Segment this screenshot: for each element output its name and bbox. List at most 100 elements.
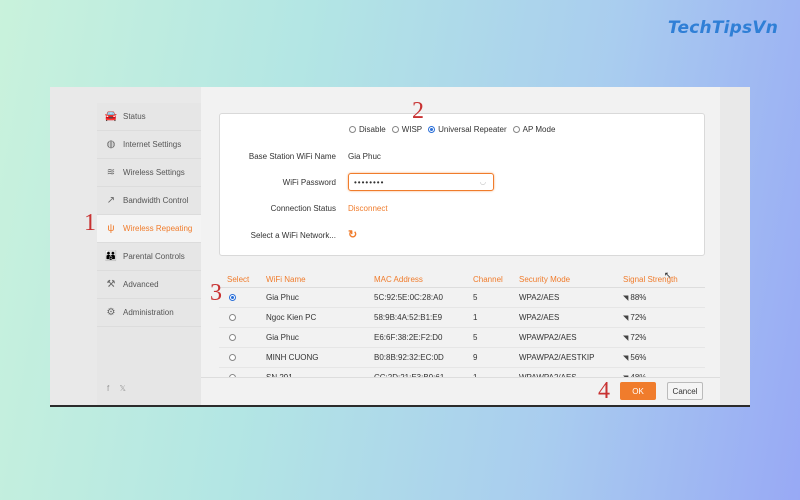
gear-icon: ⚙ xyxy=(106,307,116,318)
signal: ◥ 88% xyxy=(623,293,646,302)
table-row[interactable]: Gia Phuc 5C:92:5E:0C:28:A0 5 WPA2/AES ◥ 8… xyxy=(219,288,705,308)
table-row[interactable]: Gia Phuc E6:6F:38:2E:F2:D0 5 WPAWPA2/AES… xyxy=(219,328,705,348)
sidebar-item-label: Status xyxy=(123,112,146,121)
sidebar-item-label: Administration xyxy=(123,308,174,317)
main-panel: Disable WISP Universal Repeater AP Mode … xyxy=(201,87,720,405)
mode-ap[interactable]: AP Mode xyxy=(512,125,556,134)
table-row[interactable]: MINH CUONG B0:8B:92:32:EC:0D 9 WPAWPA2/A… xyxy=(219,348,705,368)
channel: 9 xyxy=(473,353,478,362)
header-select: Select xyxy=(227,275,250,284)
mac-address: B0:8B:92:32:EC:0D xyxy=(374,353,444,362)
radio-selected-icon xyxy=(428,126,436,133)
header-security: Security Mode xyxy=(519,275,571,284)
channel: 5 xyxy=(473,293,478,302)
step-number-3: 3 xyxy=(210,280,222,306)
radio-icon xyxy=(229,314,236,322)
radio-icon xyxy=(229,354,236,362)
sidebar-item-internet-settings[interactable]: ◍ Internet Settings xyxy=(97,131,201,159)
wifi-network-table: Select WiFi Name MAC Address Channel Sec… xyxy=(219,270,705,388)
radio-icon xyxy=(229,334,236,342)
step-number-2: 2 xyxy=(412,98,424,124)
ssid-value: Gia Phuc xyxy=(348,152,381,161)
mode-label: Disable xyxy=(359,125,386,134)
password-row: WiFi Password •••••••• ◡ xyxy=(220,173,706,191)
mac-address: 5C:92:5E:0C:28:A0 xyxy=(374,293,443,302)
sidebar-item-parental-controls[interactable]: 👪 Parental Controls xyxy=(97,243,201,271)
ssid-row: Base Station WiFi Name Gia Phuc xyxy=(220,149,706,165)
channel: 1 xyxy=(473,313,478,322)
signal-icon: ◥ xyxy=(623,335,629,342)
refresh-icon[interactable]: ↻ xyxy=(348,228,357,241)
sidebar-item-administration[interactable]: ⚙ Administration xyxy=(97,299,201,327)
sidebar-item-label: Internet Settings xyxy=(123,140,182,149)
connection-status: Disconnect xyxy=(348,204,388,213)
header-channel: Channel xyxy=(473,275,503,284)
security-mode: WPAWPA2/AES xyxy=(519,333,577,342)
chart-icon: ↗ xyxy=(106,195,116,206)
signal: ◥ 72% xyxy=(623,313,646,322)
mode-label: Universal Repeater xyxy=(438,125,507,134)
wifi-name: Gia Phuc xyxy=(266,293,299,302)
sidebar-item-advanced[interactable]: ⚒ Advanced xyxy=(97,271,201,299)
sidebar-item-status[interactable]: 🚘 Status xyxy=(97,103,201,131)
mode-label: AP Mode xyxy=(522,125,556,134)
social-links[interactable]: f 𝕏 xyxy=(107,384,130,393)
header-wifi-name: WiFi Name xyxy=(266,275,306,284)
sidebar-item-wireless-repeating[interactable]: ψ Wireless Repeating xyxy=(97,215,201,243)
mac-address: E6:6F:38:2E:F2:D0 xyxy=(374,333,443,342)
wifi-name: Gia Phuc xyxy=(266,333,299,342)
signal: ◥ 56% xyxy=(623,353,646,362)
select-network-label: Select a WiFi Network... xyxy=(250,231,336,240)
mode-wisp[interactable]: WISP xyxy=(391,125,423,134)
select-network-row: Select a WiFi Network... ↻ xyxy=(220,228,706,244)
tools-icon: ⚒ xyxy=(106,279,116,290)
mode-label: WISP xyxy=(401,125,423,134)
password-value: •••••••• xyxy=(354,178,385,187)
sidebar: 🚘 Status ◍ Internet Settings ≋ Wireless … xyxy=(97,103,201,405)
eye-icon[interactable]: ◡ xyxy=(480,178,487,186)
signal-value: 88% xyxy=(630,293,647,302)
mode-disable[interactable]: Disable xyxy=(349,125,386,134)
table-header: Select WiFi Name MAC Address Channel Sec… xyxy=(219,270,705,288)
channel: 5 xyxy=(473,333,478,342)
signal-icon: ◥ xyxy=(623,355,629,362)
mode-universal-repeater[interactable]: Universal Repeater xyxy=(428,125,507,134)
ssid-label: Base Station WiFi Name xyxy=(248,152,336,161)
row-radio[interactable] xyxy=(229,353,239,362)
step-number-1: 1 xyxy=(84,210,96,236)
sidebar-item-wireless-settings[interactable]: ≋ Wireless Settings xyxy=(97,159,201,187)
connection-row: Connection Status Disconnect xyxy=(220,201,706,217)
antenna-icon: ψ xyxy=(107,223,115,234)
cancel-button[interactable]: Cancel xyxy=(667,382,703,400)
radio-selected-icon xyxy=(229,294,236,302)
password-field[interactable]: •••••••• ◡ xyxy=(348,173,494,191)
ok-button[interactable]: OK xyxy=(620,382,656,400)
signal-value: 72% xyxy=(630,313,647,322)
password-label: WiFi Password xyxy=(282,178,336,187)
table-row[interactable]: Ngoc Kien PC 58:9B:4A:52:B1:E9 1 WPA2/AE… xyxy=(219,308,705,328)
signal-value: 72% xyxy=(630,333,647,342)
action-bar: OK Cancel xyxy=(201,377,720,405)
sidebar-item-label: Advanced xyxy=(123,280,159,289)
radio-icon xyxy=(512,126,520,133)
sidebar-item-bandwidth-control[interactable]: ↗ Bandwidth Control xyxy=(97,187,201,215)
row-radio[interactable] xyxy=(229,333,239,342)
signal-value: 56% xyxy=(630,353,647,362)
radio-icon xyxy=(349,126,356,133)
security-mode: WPA2/AES xyxy=(519,313,560,322)
row-radio[interactable] xyxy=(229,313,239,322)
brand-logo: TechTipsVn xyxy=(667,18,778,38)
security-mode: WPA2/AES xyxy=(519,293,560,302)
row-radio[interactable] xyxy=(229,293,239,302)
sidebar-item-label: Parental Controls xyxy=(123,252,185,261)
mac-address: 58:9B:4A:52:B1:E9 xyxy=(374,313,443,322)
repeater-settings-card: Disable WISP Universal Repeater AP Mode … xyxy=(219,113,705,256)
signal-icon: ◥ xyxy=(623,295,629,302)
router-admin-screenshot: 🚘 Status ◍ Internet Settings ≋ Wireless … xyxy=(50,87,750,407)
signal: ◥ 72% xyxy=(623,333,646,342)
signal-icon: ◥ xyxy=(623,315,629,322)
sidebar-item-label: Wireless Settings xyxy=(123,168,185,177)
mode-selector: Disable WISP Universal Repeater AP Mode xyxy=(349,125,557,134)
family-icon: 👪 xyxy=(104,251,118,262)
radio-icon xyxy=(391,126,399,133)
